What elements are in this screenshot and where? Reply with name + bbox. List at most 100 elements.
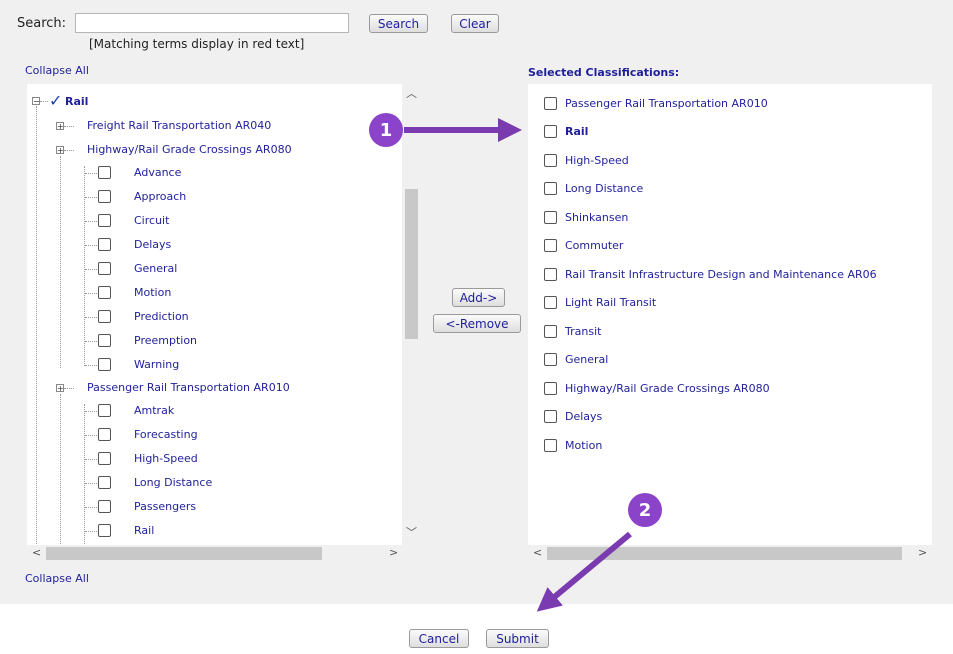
tree-checkbox[interactable]: [98, 190, 111, 203]
tree-checkbox[interactable]: [98, 476, 111, 489]
selected-item[interactable]: General: [565, 353, 608, 366]
selected-item[interactable]: Passenger Rail Transportation AR010: [565, 97, 768, 110]
selected-checkbox[interactable]: [544, 211, 557, 224]
collapse-all-top-link[interactable]: Collapse All: [25, 64, 89, 77]
classification-tree: − ✓ Rail + Freight Rail Transportation A…: [27, 84, 421, 562]
plus-box-icon[interactable]: +: [56, 122, 64, 131]
selected-item[interactable]: Motion: [565, 439, 602, 452]
search-button[interactable]: Search: [369, 14, 428, 33]
selected-checkbox[interactable]: [544, 325, 557, 338]
tree-checkbox[interactable]: [98, 358, 111, 371]
tree-checkbox[interactable]: [98, 428, 111, 441]
selected-checkbox[interactable]: [544, 410, 557, 423]
selected-checkbox[interactable]: [544, 182, 557, 195]
chevron-up-icon[interactable]: ︿: [406, 88, 417, 100]
selected-checkbox[interactable]: [544, 125, 557, 138]
checkmark-icon: ✓: [49, 91, 63, 110]
tree-connector: [36, 106, 37, 546]
chevron-left-icon[interactable]: <: [32, 547, 41, 559]
scroll-thumb[interactable]: [46, 547, 322, 560]
classification-panel: Search: [Matching terms display in red t…: [0, 0, 953, 604]
selected-item[interactable]: Highway/Rail Grade Crossings AR080: [565, 382, 770, 395]
tree-leaf[interactable]: Passengers: [134, 500, 196, 513]
selected-item[interactable]: Transit: [565, 325, 601, 338]
selected-item[interactable]: Delays: [565, 410, 602, 423]
tree-connector: [64, 150, 74, 151]
tree-checkbox[interactable]: [98, 452, 111, 465]
tree-leaf[interactable]: Forecasting: [134, 428, 198, 441]
tree-checkbox[interactable]: [98, 310, 111, 323]
tree-node-passenger[interactable]: Passenger Rail Transportation AR010: [87, 381, 290, 394]
cancel-button[interactable]: Cancel: [409, 629, 469, 648]
tree-leaf[interactable]: Preemption: [134, 334, 197, 347]
annotation-badge-2: 2: [628, 493, 662, 527]
plus-box-icon[interactable]: +: [56, 384, 64, 393]
search-label: Search:: [17, 16, 67, 31]
search-input[interactable]: [75, 13, 349, 33]
selected-item[interactable]: Rail: [565, 125, 588, 138]
tree-checkbox[interactable]: [98, 166, 111, 179]
selected-checkbox[interactable]: [544, 439, 557, 452]
selected-item[interactable]: Long Distance: [565, 182, 643, 195]
chevron-right-icon[interactable]: >: [389, 547, 398, 559]
tree-connector: [64, 126, 74, 127]
selected-classifications-list: Passenger Rail Transportation AR010 Rail…: [528, 84, 932, 562]
tree-leaf[interactable]: Rail: [134, 524, 154, 537]
search-hint: [Matching terms display in red text]: [89, 37, 305, 51]
remove-button[interactable]: <-Remove: [433, 314, 521, 333]
selected-horizontal-scrollbar[interactable]: < >: [528, 545, 932, 562]
selected-classifications-title: Selected Classifications:: [528, 66, 680, 79]
selected-checkbox[interactable]: [544, 268, 557, 281]
tree-checkbox[interactable]: [98, 238, 111, 251]
selected-item[interactable]: Commuter: [565, 239, 623, 252]
tree-leaf[interactable]: Prediction: [134, 310, 189, 323]
tree-node-freight[interactable]: Freight Rail Transportation AR040: [87, 119, 271, 132]
tree-leaf[interactable]: Warning: [134, 358, 179, 371]
add-button[interactable]: Add->: [452, 288, 505, 307]
selected-item[interactable]: Rail Transit Infrastructure Design and M…: [565, 268, 877, 281]
tree-vertical-scrollbar[interactable]: ︿ ﹀: [402, 84, 421, 545]
submit-button[interactable]: Submit: [486, 629, 549, 648]
collapse-all-bottom-link[interactable]: Collapse All: [25, 572, 89, 585]
tree-connector: [40, 101, 48, 102]
tree-horizontal-scrollbar[interactable]: < >: [27, 545, 421, 562]
tree-leaf[interactable]: Approach: [134, 190, 186, 203]
tree-checkbox[interactable]: [98, 334, 111, 347]
tree-leaf[interactable]: Long Distance: [134, 476, 212, 489]
selected-checkbox[interactable]: [544, 382, 557, 395]
clear-button[interactable]: Clear: [451, 14, 499, 33]
scroll-thumb[interactable]: [547, 547, 902, 560]
tree-checkbox[interactable]: [98, 286, 111, 299]
tree-leaf[interactable]: Delays: [134, 238, 171, 251]
selected-item[interactable]: High-Speed: [565, 154, 629, 167]
tree-leaf[interactable]: Circuit: [134, 214, 169, 227]
chevron-right-icon[interactable]: >: [918, 547, 927, 559]
chevron-down-icon[interactable]: ﹀: [406, 527, 417, 539]
tree-connector: [60, 394, 61, 546]
tree-checkbox[interactable]: [98, 404, 111, 417]
selected-checkbox[interactable]: [544, 97, 557, 110]
plus-box-icon[interactable]: +: [56, 146, 64, 155]
tree-checkbox[interactable]: [98, 524, 111, 537]
tree-connector: [64, 388, 74, 389]
scroll-thumb[interactable]: [405, 189, 418, 339]
tree-checkbox[interactable]: [98, 262, 111, 275]
tree-leaf[interactable]: Motion: [134, 286, 171, 299]
tree-node-highway[interactable]: Highway/Rail Grade Crossings AR080: [87, 143, 292, 156]
tree-leaf[interactable]: Amtrak: [134, 404, 174, 417]
minus-box-icon[interactable]: −: [32, 97, 40, 106]
selected-checkbox[interactable]: [544, 296, 557, 309]
chevron-left-icon[interactable]: <: [533, 547, 542, 559]
tree-leaf[interactable]: General: [134, 262, 177, 275]
selected-item[interactable]: Light Rail Transit: [565, 296, 656, 309]
selected-checkbox[interactable]: [544, 239, 557, 252]
tree-leaf[interactable]: Advance: [134, 166, 181, 179]
selected-checkbox[interactable]: [544, 154, 557, 167]
annotation-badge-1: 1: [369, 113, 403, 147]
tree-checkbox[interactable]: [98, 214, 111, 227]
tree-root-label[interactable]: Rail: [65, 95, 88, 108]
tree-leaf[interactable]: High-Speed: [134, 452, 198, 465]
tree-checkbox[interactable]: [98, 500, 111, 513]
selected-item[interactable]: Shinkansen: [565, 211, 628, 224]
selected-checkbox[interactable]: [544, 353, 557, 366]
